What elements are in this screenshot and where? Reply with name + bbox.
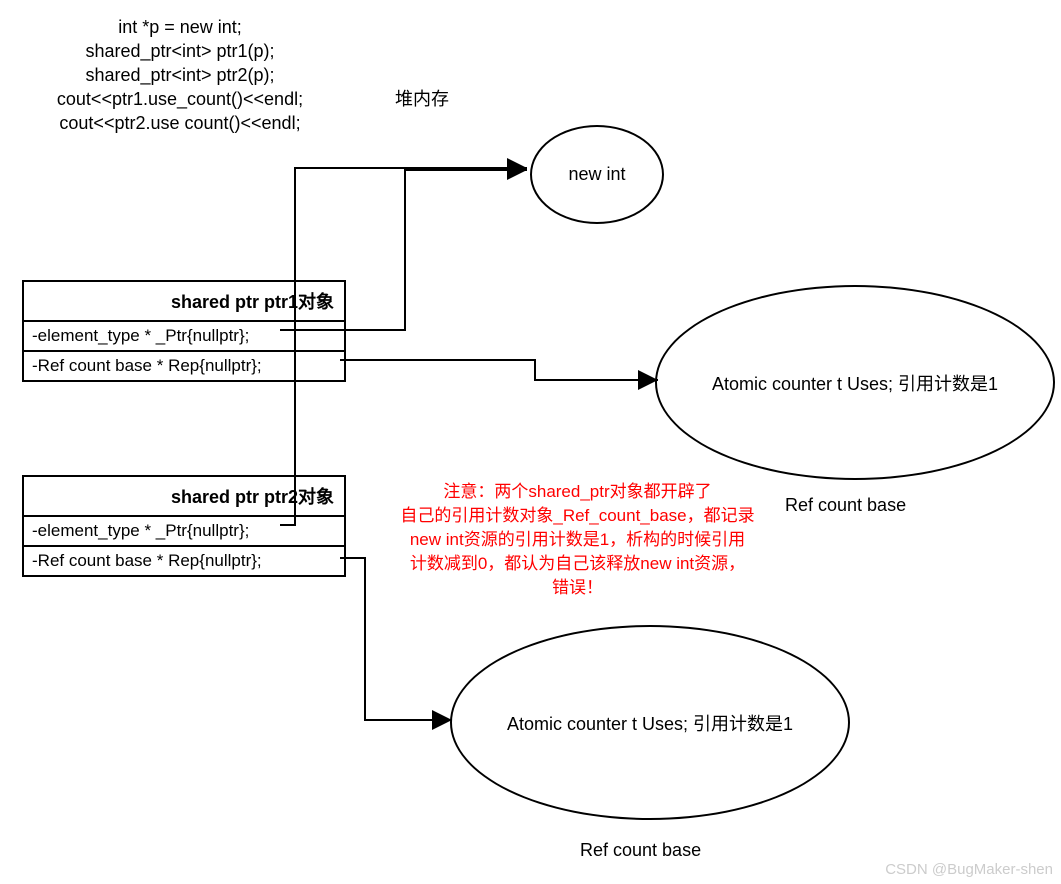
refbase2-label: Ref count base [580, 840, 701, 861]
refcount2-ellipse: Atomic counter t Uses; 引用计数是1 [450, 625, 850, 820]
diagram-canvas: { "code": { "l1": "int *p = new int;", "… [0, 0, 1061, 884]
new-int-ellipse: new int [530, 125, 664, 224]
watermark: CSDN @BugMaker-shen [885, 861, 1053, 878]
ptr2-box: shared ptr ptr2对象 -element_type * _Ptr{n… [22, 475, 346, 577]
heap-label: 堆内存 [395, 85, 449, 111]
ptr1-title: shared ptr ptr1对象 [24, 282, 344, 322]
code-line: cout<<ptr1.use_count()<<endl; [20, 87, 340, 111]
note-line: 注意：两个shared_ptr对象都开辟了 [380, 480, 775, 504]
refcount2-text: Atomic counter t Uses; 引用计数是1 [507, 710, 793, 736]
code-line: shared_ptr<int> ptr1(p); [20, 39, 340, 63]
ptr1-row-rep: -Ref count base * Rep{nullptr}; [24, 352, 344, 380]
refbase1-label: Ref count base [785, 495, 906, 516]
ptr1-row-ptr: -element_type * _Ptr{nullptr}; [24, 322, 344, 352]
refcount1-text: Atomic counter t Uses; 引用计数是1 [712, 370, 998, 396]
ptr2-row-rep: -Ref count base * Rep{nullptr}; [24, 547, 344, 575]
refcount1-ellipse: Atomic counter t Uses; 引用计数是1 [655, 285, 1055, 480]
warning-note: 注意：两个shared_ptr对象都开辟了 自己的引用计数对象_Ref_coun… [380, 480, 775, 600]
ptr1-box: shared ptr ptr1对象 -element_type * _Ptr{n… [22, 280, 346, 382]
note-line: 自己的引用计数对象_Ref_count_base，都记录 [380, 504, 775, 528]
ptr2-title: shared ptr ptr2对象 [24, 477, 344, 517]
code-block: int *p = new int; shared_ptr<int> ptr1(p… [20, 15, 340, 135]
code-line: cout<<ptr2.use count()<<endl; [20, 111, 340, 135]
new-int-text: new int [568, 164, 625, 185]
code-line: shared_ptr<int> ptr2(p); [20, 63, 340, 87]
note-line: 错误！ [380, 576, 775, 600]
note-line: new int资源的引用计数是1，析构的时候引用 [380, 528, 775, 552]
code-line: int *p = new int; [20, 15, 340, 39]
ptr2-row-ptr: -element_type * _Ptr{nullptr}; [24, 517, 344, 547]
note-line: 计数减到0，都认为自己该释放new int资源， [380, 552, 775, 576]
